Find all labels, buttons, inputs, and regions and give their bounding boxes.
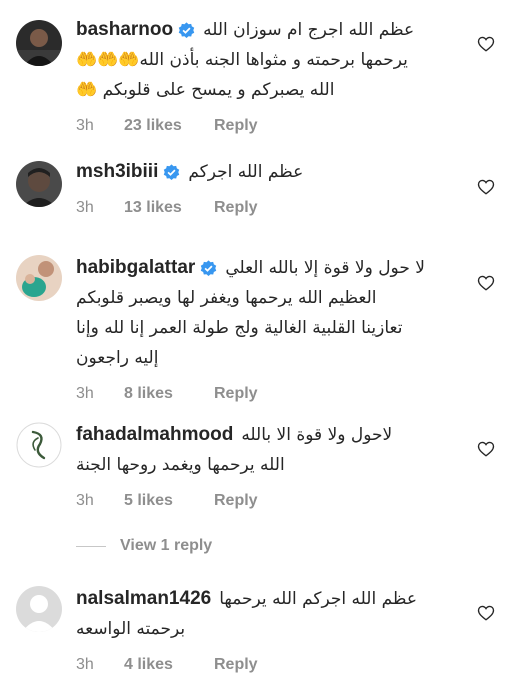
comment-text-line: عظم الله اجركم الله يرحمها	[219, 589, 417, 609]
comment-text-line: لا حول ولا قوة إلا بالله العلي	[225, 258, 425, 278]
verified-badge-icon	[200, 259, 217, 277]
comment-item: msh3ibiii عظم الله اجركم 3h 13 likes Rep…	[0, 130, 525, 230]
heart-outline-icon[interactable]	[477, 274, 495, 292]
avatar[interactable]	[16, 255, 62, 301]
comment-text-line: عظم الله اجرج ام سوزان الله	[203, 20, 415, 40]
comment-username[interactable]: habibgalattar	[76, 257, 195, 279]
heart-outline-icon[interactable]	[477, 35, 495, 53]
comment-text-line: برحمته الواسعه	[76, 619, 186, 639]
comment-text-line: يرحمها برحمته و مثواها الجنه بأذن الله🤲🤲…	[76, 50, 408, 70]
comment-timestamp: 3h	[76, 656, 94, 673]
comment-likes[interactable]: 5 likes	[124, 492, 206, 510]
heart-outline-icon[interactable]	[477, 440, 495, 458]
verified-badge-icon	[178, 21, 195, 39]
heart-outline-icon[interactable]	[477, 178, 495, 196]
avatar[interactable]	[16, 161, 62, 207]
verified-badge-icon	[163, 163, 180, 181]
comment-text-line: عظم الله اجركم	[188, 162, 304, 182]
comment-item: habibgalattar لا حول ولا قوة إلا بالله ا…	[0, 230, 525, 402]
heart-outline-icon[interactable]	[477, 604, 495, 622]
comment-username[interactable]: nalsalman1426	[76, 588, 211, 610]
comment-likes[interactable]: 4 likes	[124, 656, 206, 674]
reply-button[interactable]: Reply	[214, 656, 258, 674]
reply-button[interactable]: Reply	[214, 492, 258, 510]
comment-item: nalsalman1426 عظم الله اجركم الله يرحمها…	[0, 568, 525, 686]
comments-list: basharnoo عظم الله اجرج ام سوزان الله ير…	[0, 0, 525, 686]
divider	[76, 545, 106, 547]
comment-likes[interactable]: 13 likes	[124, 199, 206, 217]
comment-username[interactable]: basharnoo	[76, 19, 173, 41]
comment-username[interactable]: fahadalmahmood	[76, 424, 233, 446]
comment-item: fahadalmahmood لاحول ولا قوة الا بالله ا…	[0, 390, 525, 520]
comment-text-line: تعازينا القلبية الغالية ولج طولة العمر إ…	[76, 318, 403, 338]
comment-timestamp: 3h	[76, 199, 94, 216]
view-replies-button[interactable]: View 1 reply	[76, 534, 212, 558]
comment-text-line: العظيم الله يرحمها ويغفر لها ويصبر قلوبك…	[76, 288, 377, 308]
avatar[interactable]	[16, 422, 62, 468]
comment-item: basharnoo عظم الله اجرج ام سوزان الله ير…	[0, 0, 525, 134]
comment-timestamp: 3h	[76, 492, 94, 509]
reply-button[interactable]: Reply	[214, 199, 258, 217]
comment-text-line: إليه راجعون	[76, 348, 159, 368]
comment-text-line: الله يصبركم و يمسح على قلوبكم 🤲	[76, 80, 335, 100]
comment-text-line: لاحول ولا قوة الا بالله	[241, 425, 393, 445]
view-replies-label: View 1 reply	[120, 537, 213, 554]
avatar[interactable]	[16, 586, 62, 632]
comment-username[interactable]: msh3ibiii	[76, 161, 158, 183]
avatar[interactable]	[16, 20, 62, 66]
comment-text-line: الله يرحمها ويغمد روحها الجنة	[76, 455, 285, 475]
